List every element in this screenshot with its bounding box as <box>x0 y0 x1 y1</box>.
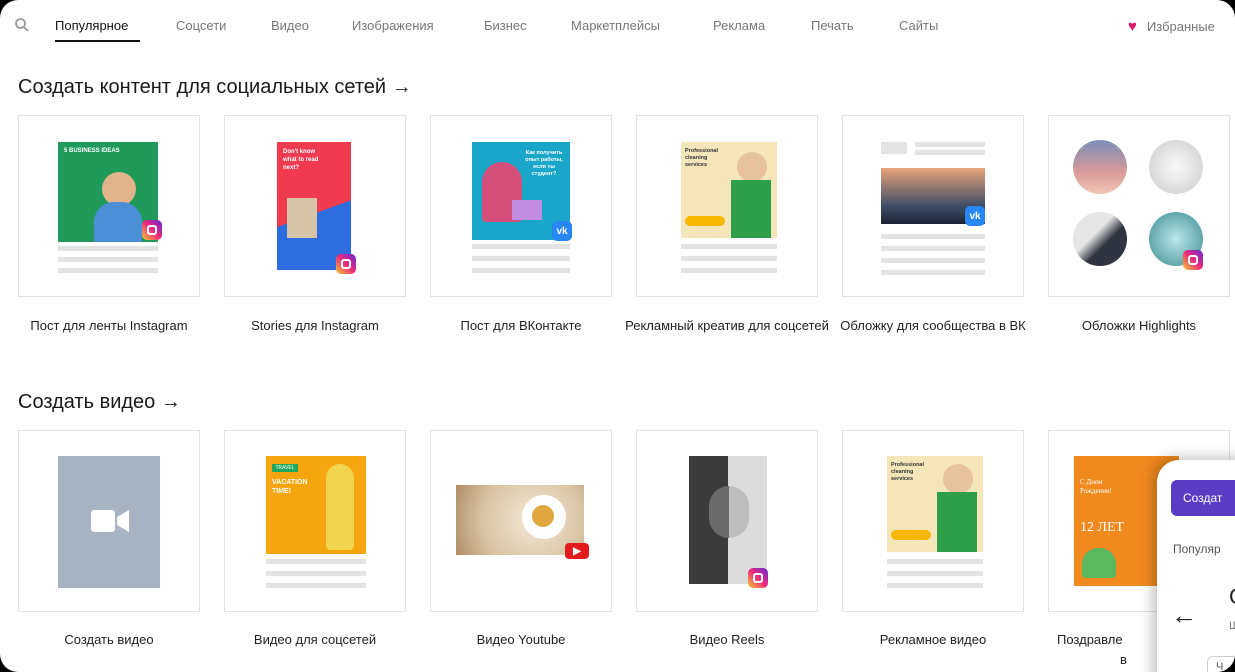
vk-icon: vk <box>552 221 572 241</box>
card-label: Видео Reels <box>689 632 765 647</box>
thumbnail <box>689 456 767 584</box>
template-card-instagram-stories[interactable]: Don't know what to read next? <box>224 115 406 297</box>
highlight-circle <box>1149 140 1203 194</box>
card-label: Обложки Highlights <box>1081 318 1197 333</box>
template-card-highlights[interactable] <box>1048 115 1230 297</box>
template-card-social-video[interactable]: TRAVEL VACATION TIME! <box>224 430 406 612</box>
template-card-reels-video[interactable] <box>636 430 818 612</box>
template-card-ad-video[interactable]: Professional cleaning services <box>842 430 1024 612</box>
person-photo <box>737 152 767 182</box>
person-photo <box>102 172 136 206</box>
thumbnail-text: Как получить опыт работы, если ты студен… <box>525 150 563 177</box>
template-card-create-video[interactable] <box>18 430 200 612</box>
laptop-shape <box>512 200 542 220</box>
category-nav: Популярное Соцсети Видео Изображения Биз… <box>0 0 1235 52</box>
card-label: Пост для ленты Instagram <box>30 318 188 333</box>
tab-business[interactable]: Бизнес <box>484 18 527 33</box>
card-label: Рекламное видео <box>879 632 987 647</box>
side-panel: Создат Популяр ← С Ш Ч <box>1157 460 1235 672</box>
tab-marketplaces[interactable]: Маркетплейсы <box>571 18 660 33</box>
card-label: Stories для Instagram <box>251 318 379 333</box>
instagram-icon <box>1183 250 1203 270</box>
panel-popular-tab[interactable]: Популяр <box>1173 542 1221 556</box>
active-tab-indicator <box>55 40 140 42</box>
template-card-vk-cover[interactable]: vk <box>842 115 1024 297</box>
back-arrow-icon[interactable]: ← <box>1171 600 1197 631</box>
book-photo <box>287 198 317 238</box>
tab-popular[interactable]: Популярное <box>55 18 128 33</box>
heart-icon: ♥ <box>1128 18 1137 35</box>
cupcake-shape <box>1082 548 1116 578</box>
thumbnail-number: 12 ЛЕТ <box>1080 520 1125 535</box>
tab-images[interactable]: Изображения <box>352 18 434 33</box>
instagram-icon <box>336 254 356 274</box>
section-title-video[interactable]: Создать видео → <box>18 391 181 414</box>
highlight-circle <box>1073 212 1127 266</box>
apron-shape <box>937 492 977 552</box>
thumbnail-text: Professional cleaning services <box>891 462 925 482</box>
thumbnail: Professional cleaning services <box>887 456 983 552</box>
tab-sites[interactable]: Сайты <box>899 18 938 33</box>
instagram-icon <box>748 568 768 588</box>
cta-pill <box>891 530 931 540</box>
cta-pill <box>685 216 725 226</box>
panel-input[interactable]: Ч <box>1207 656 1235 672</box>
thumbnail: Professional cleaning services <box>681 142 777 238</box>
tab-video[interactable]: Видео <box>271 18 309 33</box>
thumbnail: Don't know what to read next? <box>277 142 351 270</box>
section-title-social[interactable]: Создать контент для социальных сетей → <box>18 76 412 99</box>
egg-shape <box>532 505 554 527</box>
vk-icon: vk <box>965 206 985 226</box>
thumbnail-text: 5 BUSINESS IDEAS <box>64 148 120 154</box>
apron-shape <box>731 180 771 238</box>
card-label: Видео Youtube <box>476 632 566 647</box>
tab-ads[interactable]: Реклама <box>713 18 765 33</box>
panel-subheading: Ш <box>1229 620 1235 632</box>
person-photo <box>943 464 973 494</box>
template-card-ad-creative[interactable]: Professional cleaning services <box>636 115 818 297</box>
search-icon[interactable] <box>14 17 30 33</box>
card-label: Видео для соцсетей <box>253 632 377 647</box>
template-card-vk-post[interactable]: Как получить опыт работы, если ты студен… <box>430 115 612 297</box>
panel-heading: С <box>1229 584 1235 610</box>
template-gallery: Популярное Соцсети Видео Изображения Биз… <box>0 0 1235 672</box>
card-label: Рекламный креатив для соцсетей <box>625 318 829 333</box>
instagram-icon <box>142 220 162 240</box>
highlight-circle <box>1073 140 1127 194</box>
youtube-icon: ▶ <box>565 543 589 559</box>
favorites-label: Избранные <box>1146 19 1215 34</box>
template-card-instagram-post[interactable]: 5 BUSINESS IDEAS <box>18 115 200 297</box>
thumbnail-text: С Днем Рождения! <box>1080 478 1112 495</box>
card-label: Обложку для сообщества в ВК <box>840 318 1026 333</box>
thumbnail <box>58 456 160 588</box>
person-photo <box>326 464 354 550</box>
video-camera-icon <box>91 510 129 532</box>
thumbnail-text: Don't know what to read next? <box>283 149 319 171</box>
person-shirt <box>94 202 142 242</box>
favorites-link[interactable]: ♥ Избранные <box>1128 18 1215 35</box>
thumbnail-text: VACATION TIME! <box>272 479 308 495</box>
thumbnail-text: Professional cleaning services <box>685 148 719 168</box>
tab-print[interactable]: Печать <box>811 18 854 33</box>
card-label: Пост для ВКонтакте <box>460 318 582 333</box>
thumbnail-tag: TRAVEL <box>272 464 298 472</box>
card-label-line2: в <box>1120 652 1127 667</box>
template-card-youtube-video[interactable]: ▶ <box>430 430 612 612</box>
create-button[interactable]: Создат <box>1171 480 1235 516</box>
face-shape <box>709 486 749 538</box>
thumbnail: TRAVEL VACATION TIME! <box>266 456 366 554</box>
tab-social[interactable]: Соцсети <box>176 18 226 33</box>
card-label: Создать видео <box>64 632 154 647</box>
card-label: Поздравле <box>1057 632 1123 647</box>
